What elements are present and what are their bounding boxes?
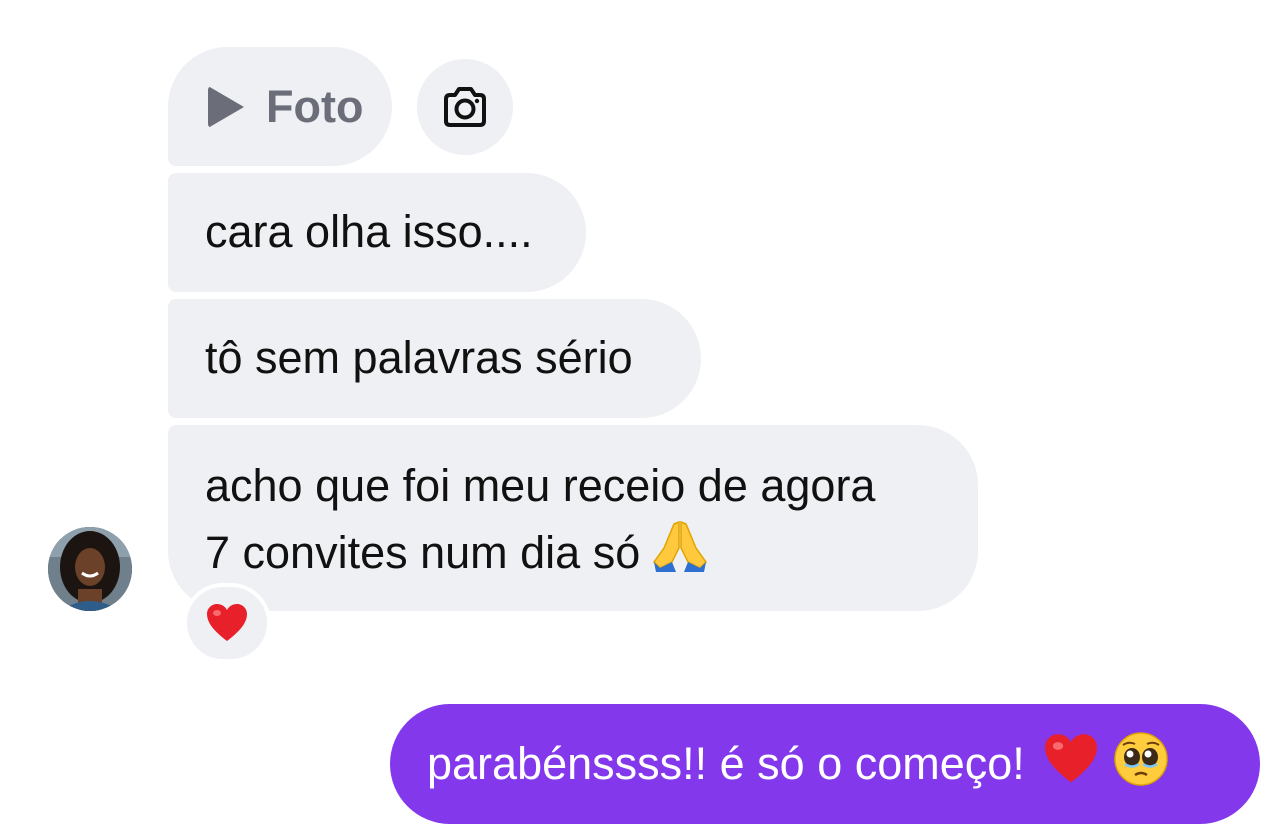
pleading-face-emoji xyxy=(1113,731,1169,798)
message-text-line: 7 convites num dia só xyxy=(205,527,641,578)
play-icon xyxy=(208,85,244,128)
received-message[interactable]: cara olha isso.... xyxy=(168,173,586,292)
sent-message[interactable]: parabénssss!! é só o começo! xyxy=(390,704,1260,824)
message-text: parabénssss!! é só o começo! xyxy=(427,738,1025,789)
contact-avatar[interactable] xyxy=(48,527,132,611)
camera-button[interactable] xyxy=(417,59,513,155)
heart-reaction[interactable] xyxy=(183,583,271,663)
red-heart-emoji xyxy=(1043,733,1099,796)
photo-message-button[interactable]: Foto xyxy=(168,47,392,166)
message-text-line: acho que foi meu receio de agora xyxy=(205,460,876,511)
photo-label: Foto xyxy=(266,80,364,132)
folded-hands-emoji xyxy=(650,518,710,591)
camera-icon xyxy=(444,87,486,127)
message-text: cara olha isso.... xyxy=(205,206,533,257)
red-heart-emoji xyxy=(207,604,247,641)
received-message[interactable]: acho que foi meu receio de agora 7 convi… xyxy=(168,425,978,611)
message-text: tô sem palavras sério xyxy=(205,332,633,383)
message-text-line-wrap: 7 convites num dia só xyxy=(205,518,978,582)
received-message[interactable]: tô sem palavras sério xyxy=(168,299,701,418)
avatar-image xyxy=(48,527,132,611)
